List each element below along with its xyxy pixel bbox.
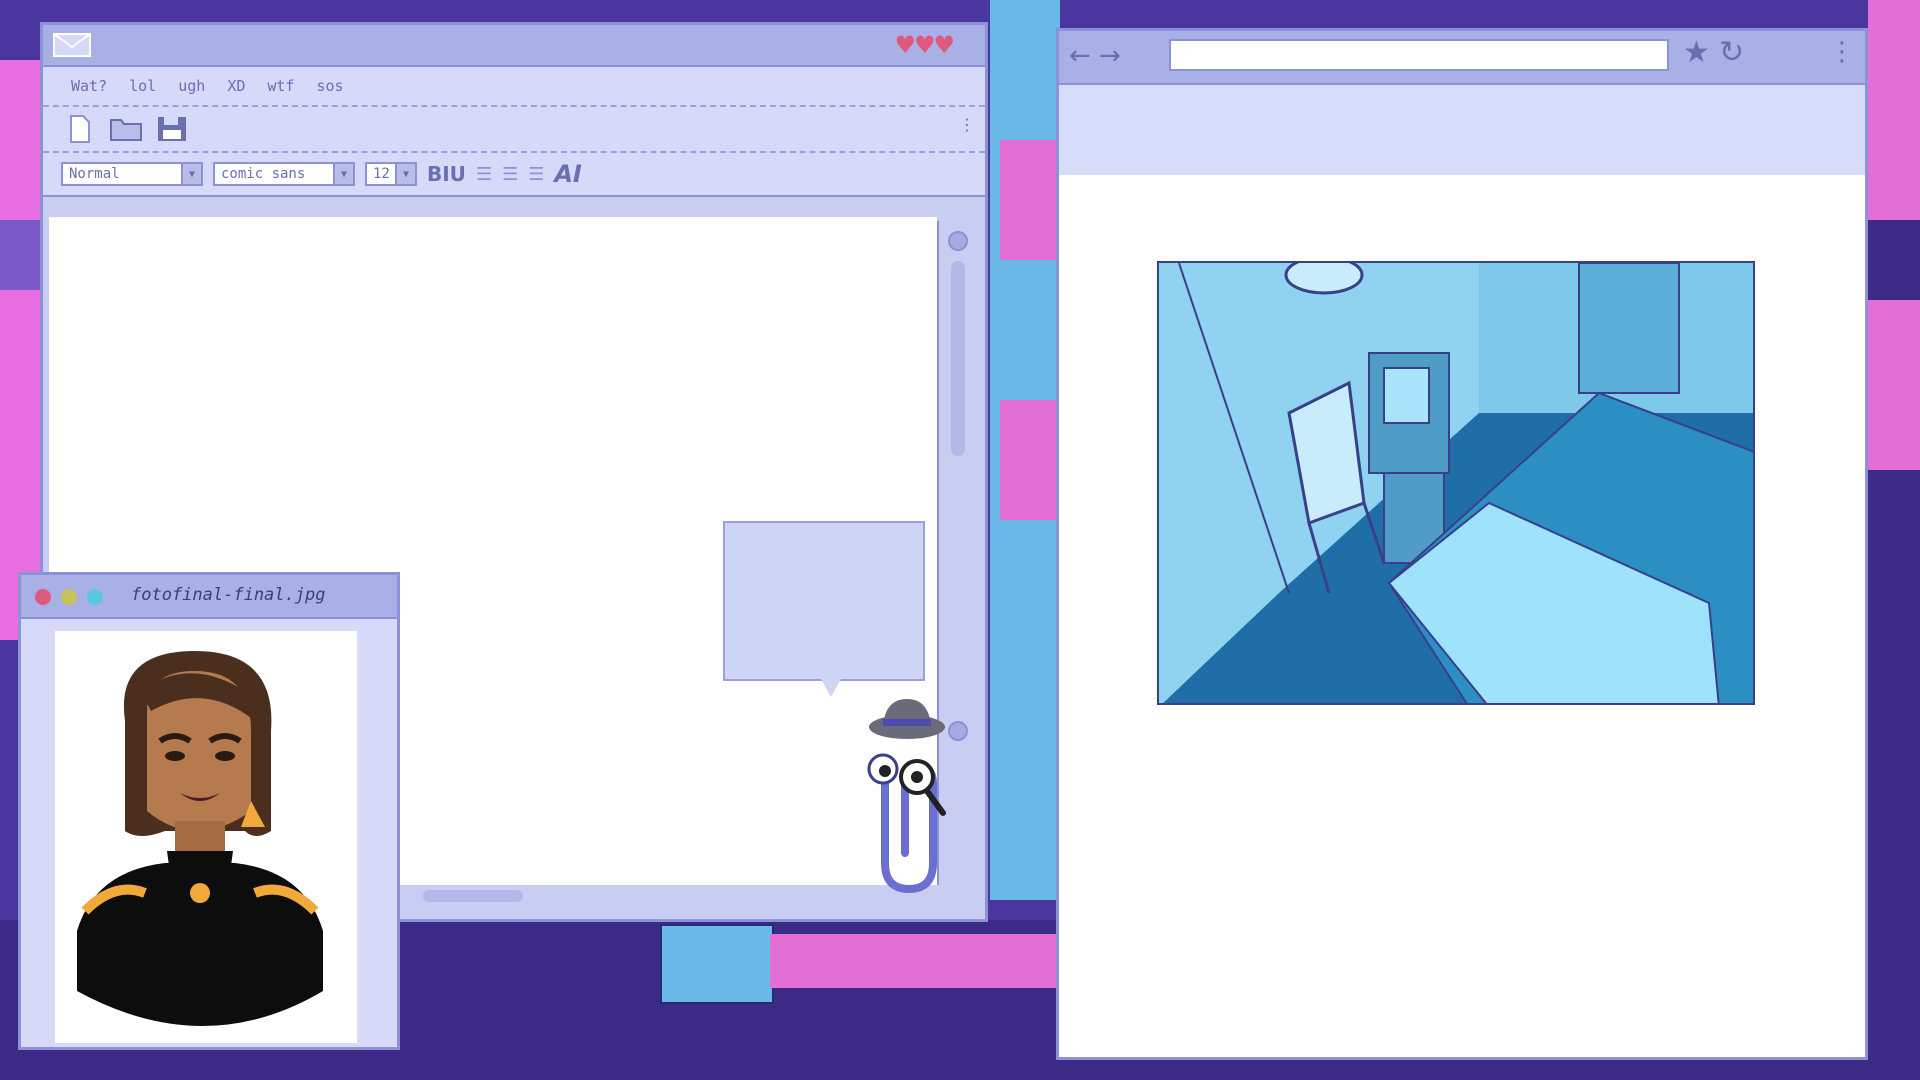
open-folder-icon[interactable] xyxy=(109,114,143,144)
speech-bubble-tail xyxy=(821,679,841,697)
portrait-image xyxy=(55,631,357,1043)
menu-item-sos[interactable]: sos xyxy=(316,77,343,95)
bedroom-photo xyxy=(1157,261,1755,705)
editor-formatbar: Normal ▼ comic sans ▼ 12 ▼ BIU ☰ ☰ ☰ AI xyxy=(43,153,985,197)
align-right-icon[interactable]: ☰ xyxy=(528,164,544,185)
paperclip-assistant-icon[interactable] xyxy=(855,693,967,899)
vertical-scroll-thumb[interactable] xyxy=(951,261,965,456)
align-center-icon[interactable]: ☰ xyxy=(502,164,518,185)
font-dropdown[interactable]: comic sans ▼ xyxy=(213,162,355,186)
font-dropdown-value: comic sans xyxy=(221,166,306,182)
viewer-titlebar: fotofinal-final.jpg xyxy=(21,575,397,619)
image-viewer-window: fotofinal-final.jpg xyxy=(18,572,400,1050)
editor-menubar: Wat? lol ugh XD wtf sos xyxy=(43,67,985,107)
menu-item-wtf[interactable]: wtf xyxy=(267,77,294,95)
minimize-window-dot[interactable] xyxy=(61,589,77,605)
browser-toolbar: ← → ★ ↻ ⋮ xyxy=(1059,31,1865,85)
size-dropdown[interactable]: 12 ▼ xyxy=(365,162,417,186)
scroll-up-knob[interactable] xyxy=(948,231,968,251)
menu-item-wat[interactable]: Wat? xyxy=(71,77,107,95)
new-file-icon[interactable] xyxy=(63,114,97,144)
portrait-illustration xyxy=(77,651,323,1026)
size-dropdown-value: 12 xyxy=(373,166,390,182)
chevron-down-icon: ▼ xyxy=(395,164,415,184)
browser-menu-icon[interactable]: ⋮ xyxy=(1829,37,1855,67)
forward-arrow-icon[interactable]: → xyxy=(1099,41,1121,71)
mail-icon xyxy=(53,33,91,57)
bold-italic-underline-buttons[interactable]: BIU xyxy=(427,162,466,186)
toolbar-overflow-icon[interactable]: ⋮ xyxy=(959,115,975,134)
bedroom-illustration xyxy=(1159,263,1753,703)
menu-item-ugh[interactable]: ugh xyxy=(178,77,205,95)
menu-item-xd[interactable]: XD xyxy=(227,77,245,95)
chevron-down-icon: ▼ xyxy=(333,164,353,184)
style-dropdown[interactable]: Normal ▼ xyxy=(61,162,203,186)
close-window-dot[interactable] xyxy=(35,589,51,605)
bookmark-star-icon[interactable]: ★ xyxy=(1683,35,1710,70)
style-dropdown-value: Normal xyxy=(69,166,120,182)
align-left-icon[interactable]: ☰ xyxy=(476,164,492,185)
menu-item-lol[interactable]: lol xyxy=(129,77,156,95)
reload-icon[interactable]: ↻ xyxy=(1719,35,1744,70)
back-arrow-icon[interactable]: ← xyxy=(1069,41,1091,71)
maximize-window-dot[interactable] xyxy=(87,589,103,605)
save-disk-icon[interactable] xyxy=(155,114,189,144)
ai-button[interactable]: AI xyxy=(554,160,582,188)
address-bar[interactable] xyxy=(1169,39,1669,71)
horizontal-scroll-thumb[interactable] xyxy=(423,890,523,902)
editor-toolbar: ⋮ xyxy=(43,107,985,153)
chevron-down-icon: ▼ xyxy=(181,164,201,184)
viewer-filename: fotofinal-final.jpg xyxy=(131,585,326,605)
page-banner xyxy=(1059,85,1865,175)
hearts-icon: ♥♥♥ xyxy=(894,31,955,59)
editor-titlebar: ♥♥♥ xyxy=(43,25,985,67)
browser-window: ← → ★ ↻ ⋮ xyxy=(1056,28,1868,1060)
assistant-speech-bubble xyxy=(723,521,925,681)
